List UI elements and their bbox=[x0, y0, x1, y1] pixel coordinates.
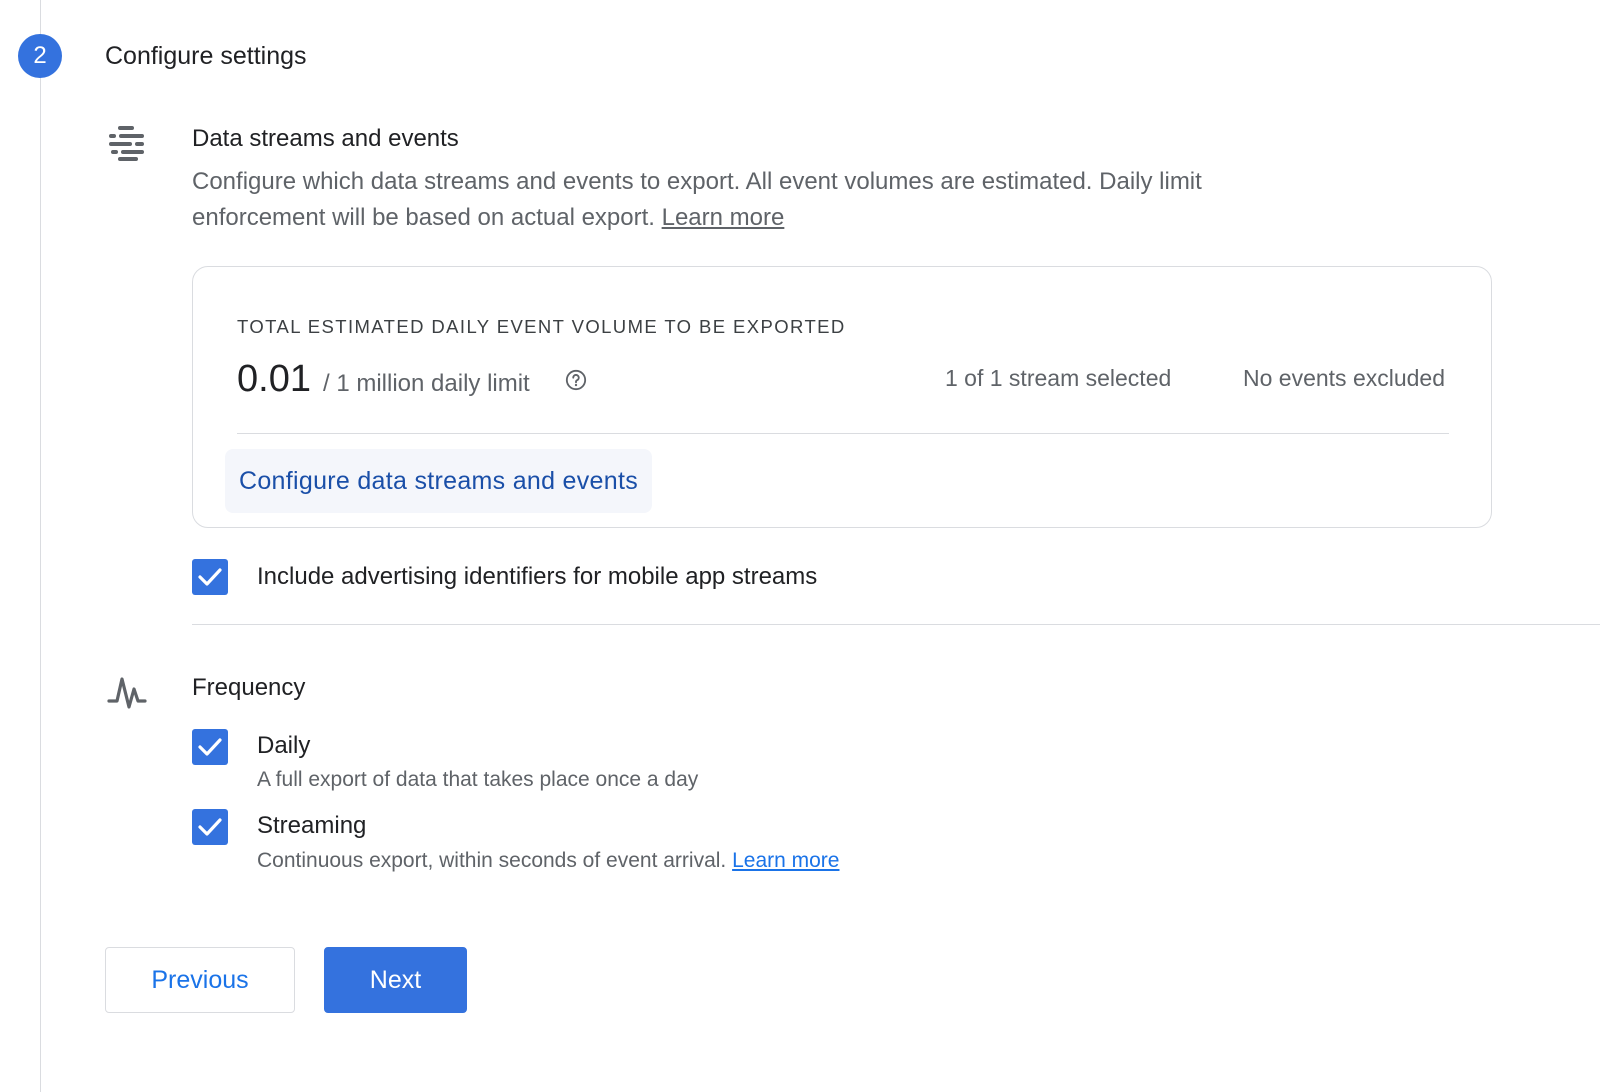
streaming-description: Continuous export, within seconds of eve… bbox=[257, 849, 840, 872]
daily-label: Daily bbox=[257, 732, 311, 759]
section-divider bbox=[192, 624, 1600, 625]
daily-checkbox[interactable] bbox=[192, 729, 228, 765]
step-title: Configure settings bbox=[105, 42, 307, 70]
event-volume-card: TOTAL ESTIMATED DAILY EVENT VOLUME TO BE… bbox=[192, 266, 1492, 528]
streaming-learn-more-link[interactable]: Learn more bbox=[732, 849, 839, 872]
event-volume-label: TOTAL ESTIMATED DAILY EVENT VOLUME TO BE… bbox=[237, 316, 846, 337]
check-icon bbox=[198, 568, 222, 586]
check-icon bbox=[198, 738, 222, 756]
previous-button[interactable]: Previous bbox=[105, 947, 295, 1013]
pulse-icon bbox=[107, 677, 147, 709]
frequency-title: Frequency bbox=[192, 674, 306, 701]
help-icon[interactable] bbox=[565, 369, 587, 391]
ad-identifiers-checkbox[interactable] bbox=[192, 559, 228, 595]
check-icon bbox=[198, 818, 222, 836]
data-streams-learn-more-link[interactable]: Learn more bbox=[662, 204, 785, 231]
event-volume-value: 0.01 bbox=[237, 358, 311, 400]
ad-identifiers-label: Include advertising identifiers for mobi… bbox=[257, 563, 818, 590]
card-divider bbox=[237, 433, 1449, 434]
events-excluded-text: No events excluded bbox=[1243, 365, 1446, 391]
streaming-checkbox[interactable] bbox=[192, 809, 228, 845]
streaming-label: Streaming bbox=[257, 812, 367, 839]
daily-limit-text: / 1 million daily limit bbox=[323, 370, 530, 397]
next-button[interactable]: Next bbox=[324, 947, 467, 1013]
streams-selected-text: 1 of 1 stream selected bbox=[945, 365, 1172, 391]
daily-description: A full export of data that takes place o… bbox=[257, 768, 699, 791]
configure-data-streams-button[interactable]: Configure data streams and events bbox=[225, 449, 653, 513]
tune-sliders-icon bbox=[109, 126, 144, 161]
data-streams-title: Data streams and events bbox=[192, 125, 459, 152]
data-streams-description: Configure which data streams and events … bbox=[192, 168, 1202, 231]
step-number-badge: 2 bbox=[18, 34, 62, 78]
stepper-line bbox=[40, 0, 41, 1092]
